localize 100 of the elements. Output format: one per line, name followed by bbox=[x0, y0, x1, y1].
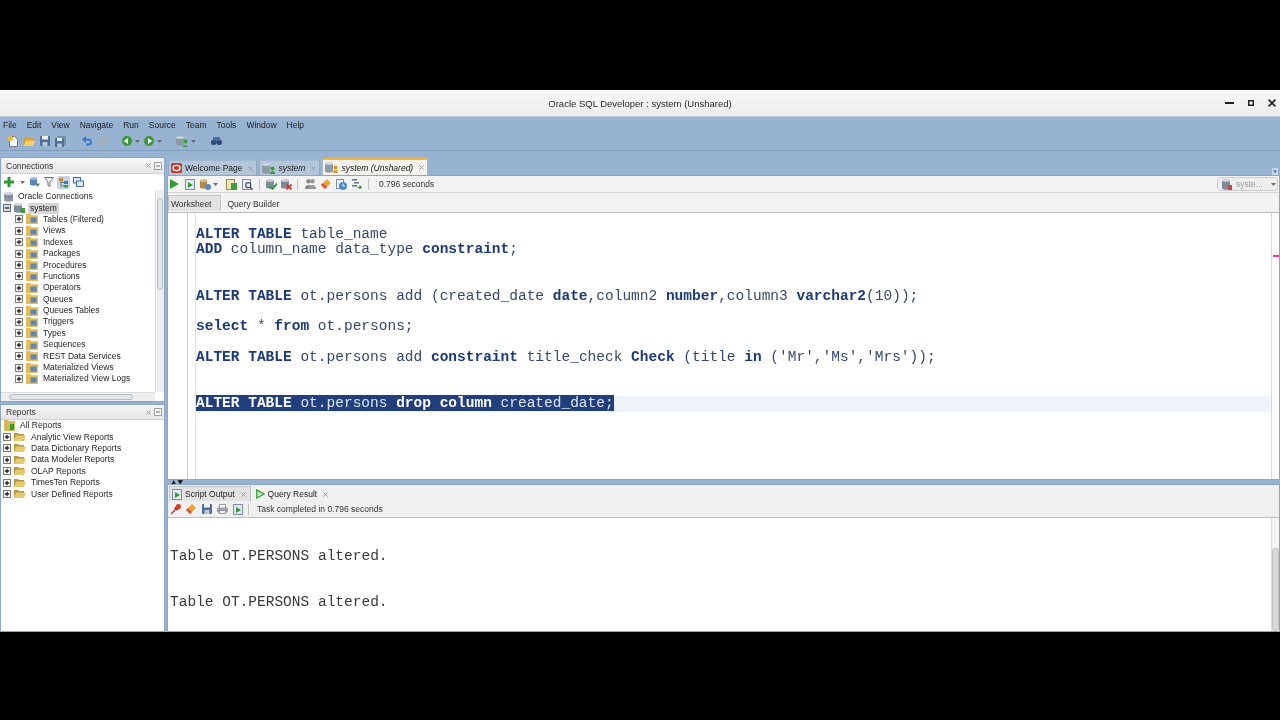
tree-item[interactable]: Data Dictionary Reports bbox=[29, 442, 124, 454]
filter-icon[interactable] bbox=[44, 177, 54, 187]
scrollbar-thumb[interactable] bbox=[9, 394, 133, 400]
eraser-icon[interactable] bbox=[186, 504, 196, 514]
expand-icon[interactable] bbox=[15, 363, 23, 372]
expand-icon[interactable] bbox=[15, 261, 23, 270]
eraser-icon[interactable] bbox=[321, 179, 331, 189]
tree-view-icon[interactable] bbox=[57, 175, 70, 189]
tree-item[interactable]: OLAP Reports bbox=[29, 465, 88, 477]
editor-tab[interactable]: Welcome Page bbox=[168, 159, 258, 175]
menu-item[interactable]: Navigate bbox=[79, 119, 114, 130]
tree-item[interactable]: All Reports bbox=[18, 420, 64, 432]
close-icon[interactable] bbox=[1268, 99, 1276, 107]
tree-item[interactable]: Materialized View Logs bbox=[41, 373, 133, 385]
expand-icon[interactable] bbox=[15, 306, 23, 315]
expand-icon[interactable] bbox=[3, 490, 11, 499]
expand-icon[interactable] bbox=[15, 340, 23, 349]
expand-icon[interactable] bbox=[15, 226, 23, 235]
maximize-icon[interactable] bbox=[1248, 100, 1254, 106]
tree-item[interactable]: Functions bbox=[41, 270, 82, 282]
tree-item[interactable]: Tables (Filtered) bbox=[41, 213, 106, 225]
tree-item[interactable]: Oracle Connections bbox=[16, 191, 95, 203]
menu-item[interactable]: Team bbox=[185, 119, 207, 130]
overlapping-windows-icon[interactable] bbox=[73, 177, 84, 187]
collapse-icon[interactable] bbox=[3, 204, 11, 213]
menu-item[interactable]: Edit bbox=[26, 119, 42, 130]
save-all-icon[interactable] bbox=[55, 135, 66, 147]
tree-item[interactable]: Sequences bbox=[41, 339, 88, 351]
tree-item[interactable]: TimesTen Reports bbox=[29, 477, 102, 489]
document-play-icon[interactable] bbox=[185, 178, 195, 190]
scrollbar[interactable] bbox=[155, 190, 164, 392]
expand-icon[interactable] bbox=[15, 329, 23, 338]
scrollbar-thumb[interactable] bbox=[157, 198, 163, 290]
database-icon[interactable] bbox=[200, 178, 211, 190]
database-check-icon[interactable] bbox=[266, 178, 277, 190]
menu-item[interactable]: File bbox=[3, 119, 17, 130]
tree-item[interactable]: Packages bbox=[41, 248, 83, 260]
new-file-icon[interactable] bbox=[8, 135, 18, 147]
up-down-arrows-icon[interactable] bbox=[171, 479, 183, 485]
worksheet-tab[interactable]: Worksheet bbox=[168, 195, 222, 211]
tree-item[interactable]: Indexes bbox=[41, 236, 75, 248]
expand-icon[interactable] bbox=[3, 455, 11, 464]
expand-icon[interactable] bbox=[15, 295, 23, 304]
database-cross-icon[interactable] bbox=[281, 178, 292, 190]
output-tab[interactable]: Script Output bbox=[169, 486, 251, 501]
expand-icon[interactable] bbox=[15, 238, 23, 247]
editor-tab[interactable]: system (Unshared) bbox=[322, 158, 429, 175]
pin-icon[interactable] bbox=[171, 504, 181, 514]
document-play-icon[interactable] bbox=[233, 503, 243, 515]
error-marker[interactable] bbox=[1273, 255, 1279, 257]
minimize-icon[interactable] bbox=[154, 408, 162, 416]
scrollbar[interactable] bbox=[1271, 518, 1279, 631]
tree-item[interactable]: Operators bbox=[41, 282, 83, 294]
expand-icon[interactable] bbox=[3, 467, 11, 476]
expand-icon[interactable] bbox=[3, 433, 11, 442]
expand-icon[interactable] bbox=[15, 374, 23, 383]
document-icon[interactable] bbox=[226, 178, 237, 190]
tree-item[interactable]: REST Data Services bbox=[41, 350, 123, 362]
tree-item[interactable]: Views bbox=[41, 225, 68, 237]
tree-item[interactable]: Queues Tables bbox=[41, 305, 102, 317]
tree-item[interactable]: Types bbox=[41, 327, 68, 339]
text-lines-icon[interactable] bbox=[352, 179, 362, 189]
database-user-icon[interactable] bbox=[176, 135, 188, 147]
caret-icon[interactable] bbox=[135, 139, 140, 143]
expand-icon[interactable] bbox=[15, 318, 23, 326]
back-icon[interactable] bbox=[122, 136, 132, 146]
expand-icon[interactable] bbox=[15, 272, 23, 281]
tree-item[interactable]: Procedures bbox=[41, 259, 89, 271]
scrollbar-thumb[interactable] bbox=[1272, 548, 1279, 631]
tree-item[interactable]: User Defined Reports bbox=[29, 488, 115, 500]
print-icon[interactable] bbox=[217, 504, 228, 514]
expand-icon[interactable] bbox=[15, 283, 23, 292]
expand-icon[interactable] bbox=[3, 478, 11, 487]
add-icon[interactable] bbox=[4, 177, 14, 187]
binoculars-icon[interactable] bbox=[211, 137, 222, 145]
database-icon[interactable] bbox=[30, 177, 40, 187]
scrollbar[interactable] bbox=[1, 392, 155, 401]
menu-item[interactable]: Source bbox=[148, 119, 176, 130]
caret-icon[interactable] bbox=[157, 139, 162, 143]
people-icon[interactable] bbox=[305, 179, 316, 189]
expand-icon[interactable] bbox=[15, 215, 23, 224]
menu-item[interactable]: Tools bbox=[216, 119, 237, 130]
tree-item[interactable]: Data Modeler Reports bbox=[29, 454, 117, 466]
forward-icon[interactable] bbox=[144, 136, 154, 146]
output-tab[interactable]: Query Result bbox=[252, 486, 334, 501]
clock-document-icon[interactable] bbox=[336, 178, 347, 190]
tree-item[interactable]: Analytic View Reports bbox=[29, 431, 116, 443]
save-icon[interactable] bbox=[40, 136, 50, 146]
expand-icon[interactable] bbox=[15, 249, 23, 258]
caret-icon[interactable] bbox=[191, 139, 196, 143]
play-icon[interactable] bbox=[170, 179, 179, 189]
save-icon[interactable] bbox=[202, 504, 212, 514]
menu-item[interactable]: View bbox=[51, 119, 70, 130]
editor-tab[interactable]: system bbox=[259, 159, 321, 175]
caret-icon[interactable] bbox=[213, 182, 218, 186]
caret-icon[interactable] bbox=[20, 180, 25, 184]
expand-icon[interactable] bbox=[15, 352, 23, 361]
expand-icon[interactable] bbox=[3, 444, 11, 453]
caret-icon[interactable] bbox=[1272, 168, 1278, 175]
minimize-icon[interactable] bbox=[154, 161, 162, 170]
